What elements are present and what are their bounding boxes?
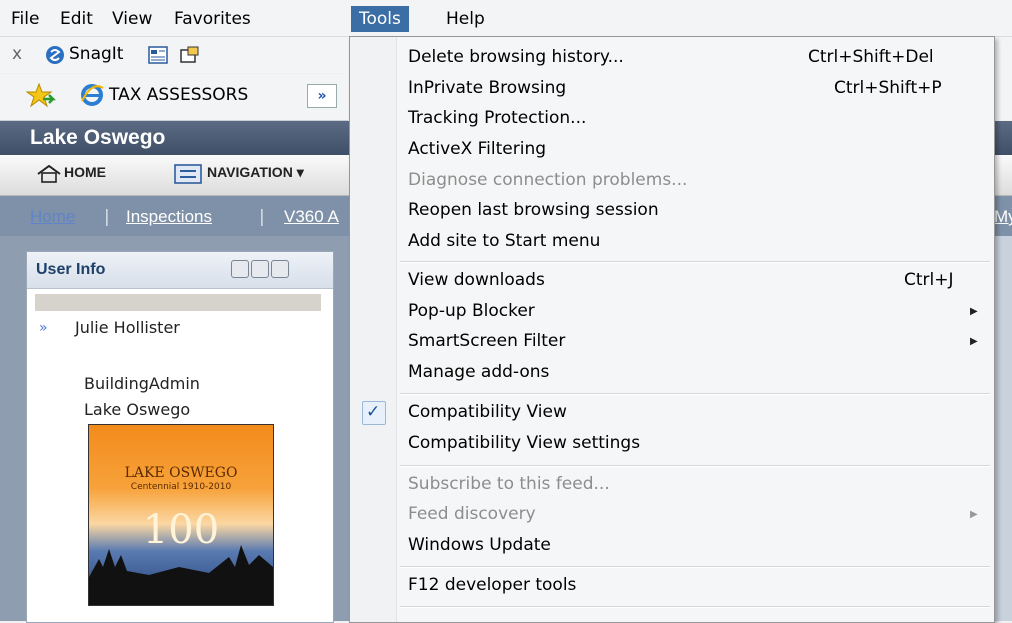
snagit-button[interactable]: SnagIt bbox=[69, 44, 123, 64]
menu-divider bbox=[400, 566, 990, 568]
favorites-bar: TAX ASSESSORS » bbox=[0, 74, 348, 121]
toolbar-right-edge bbox=[994, 37, 1012, 120]
menu-item-compatibility-view[interactable]: Compatibility View bbox=[408, 402, 567, 422]
menu-item-add-site-start-menu[interactable]: Add site to Start menu bbox=[408, 231, 600, 251]
favorites-star-icon[interactable] bbox=[26, 83, 56, 109]
logo-subtitle: Centennial 1910-2010 bbox=[130, 482, 232, 492]
menu-item-popup-blocker[interactable]: Pop-up Blocker bbox=[408, 301, 535, 321]
menu-item-delete-browsing-history[interactable]: Delete browsing history... bbox=[408, 47, 624, 67]
panel-divider bbox=[35, 294, 321, 311]
menu-item-compatibility-view-settings[interactable]: Compatibility View settings bbox=[408, 433, 640, 453]
tree-silhouette-icon bbox=[89, 545, 273, 605]
user-name: Julie Hollister bbox=[75, 318, 180, 337]
menu-divider bbox=[400, 393, 990, 395]
menu-divider bbox=[400, 606, 990, 608]
menu-gutter bbox=[350, 37, 397, 622]
breadcrumb-inspections[interactable]: Inspections bbox=[126, 207, 212, 227]
menu-divider bbox=[400, 465, 990, 467]
menu-favorites[interactable]: Favorites bbox=[174, 8, 251, 30]
menu-tools[interactable]: Tools bbox=[351, 6, 409, 32]
site-title: Lake Oswego bbox=[30, 126, 166, 149]
shortcut-view-downloads: Ctrl+J bbox=[904, 270, 954, 290]
home-button[interactable]: HOME bbox=[64, 164, 106, 180]
minimize-icon[interactable] bbox=[251, 260, 269, 278]
breadcrumb-my[interactable]: My bbox=[994, 207, 1012, 227]
submenu-arrow-icon: ▶ bbox=[970, 336, 978, 347]
menu-file[interactable]: File bbox=[11, 8, 39, 30]
home-icon[interactable] bbox=[36, 165, 62, 183]
logo-title: LAKE OSWEGO bbox=[124, 465, 238, 481]
ie-icon bbox=[80, 83, 104, 107]
menu-item-activex-filtering[interactable]: ActiveX Filtering bbox=[408, 139, 546, 159]
user-role: BuildingAdmin bbox=[84, 374, 200, 393]
menu-item-windows-update[interactable]: Windows Update bbox=[408, 535, 551, 555]
breadcrumb-v360[interactable]: V360 A bbox=[284, 207, 339, 227]
snagit-capture-icon[interactable] bbox=[148, 46, 168, 64]
menu-item-tracking-protection[interactable]: Tracking Protection... bbox=[408, 108, 586, 128]
menu-item-view-downloads[interactable]: View downloads bbox=[408, 270, 545, 290]
refresh-icon[interactable] bbox=[231, 260, 249, 278]
shortcut-inprivate: Ctrl+Shift+P bbox=[834, 78, 942, 98]
breadcrumb-home[interactable]: Home bbox=[30, 207, 75, 227]
menu-edit[interactable]: Edit bbox=[60, 8, 93, 30]
menu-item-f12-developer-tools[interactable]: F12 developer tools bbox=[408, 575, 576, 595]
menu-item-diagnose-connection: Diagnose connection problems... bbox=[408, 170, 688, 190]
submenu-arrow-icon: ▶ bbox=[970, 306, 978, 317]
lake-oswego-logo: LAKE OSWEGO Centennial 1910-2010 100 bbox=[88, 424, 274, 606]
command-bar: x SnagIt bbox=[0, 37, 348, 73]
panel-title: User Info bbox=[36, 261, 106, 278]
tools-menu: Delete browsing history... Ctrl+Shift+De… bbox=[349, 36, 995, 623]
menu-divider bbox=[400, 261, 990, 263]
menu-view[interactable]: View bbox=[112, 8, 152, 30]
breadcrumb-separator: | bbox=[259, 207, 265, 227]
user-bullet-icon: » bbox=[39, 320, 48, 336]
snagit-window-icon[interactable] bbox=[180, 46, 200, 64]
menu-item-manage-addons[interactable]: Manage add-ons bbox=[408, 362, 549, 382]
menu-item-feed-discovery: Feed discovery bbox=[408, 504, 536, 524]
submenu-arrow-icon: ▶ bbox=[970, 509, 978, 520]
breadcrumb-separator: | bbox=[104, 207, 110, 227]
navigation-button[interactable]: NAVIGATION ▾ bbox=[207, 164, 304, 181]
user-info-panel: User Info » Julie Hollister BuildingAdmi… bbox=[26, 251, 334, 623]
navigation-icon[interactable] bbox=[174, 164, 202, 184]
close-icon[interactable]: x bbox=[12, 44, 22, 64]
compatibility-view-checkbox[interactable]: ✓ bbox=[362, 401, 386, 425]
snagit-icon[interactable] bbox=[45, 45, 65, 65]
user-org: Lake Oswego bbox=[84, 400, 191, 419]
menu-item-inprivate-browsing[interactable]: InPrivate Browsing bbox=[408, 78, 566, 98]
menu-item-reopen-last-session[interactable]: Reopen last browsing session bbox=[408, 200, 659, 220]
favorites-overflow-button[interactable]: » bbox=[307, 84, 337, 108]
menu-help[interactable]: Help bbox=[446, 8, 485, 30]
menu-item-smartscreen-filter[interactable]: SmartScreen Filter bbox=[408, 331, 565, 351]
favorite-tax-assessors[interactable]: TAX ASSESSORS bbox=[109, 85, 248, 105]
shortcut-delete-history: Ctrl+Shift+Del bbox=[808, 47, 934, 67]
maximize-icon[interactable] bbox=[271, 260, 289, 278]
menu-bar: File Edit View Favorites Tools Help bbox=[0, 0, 1012, 37]
menu-item-subscribe-feed: Subscribe to this feed... bbox=[408, 474, 610, 494]
page-right-edge bbox=[994, 236, 1012, 621]
checkmark-icon: ✓ bbox=[366, 402, 381, 422]
panel-header: User Info bbox=[27, 252, 333, 289]
